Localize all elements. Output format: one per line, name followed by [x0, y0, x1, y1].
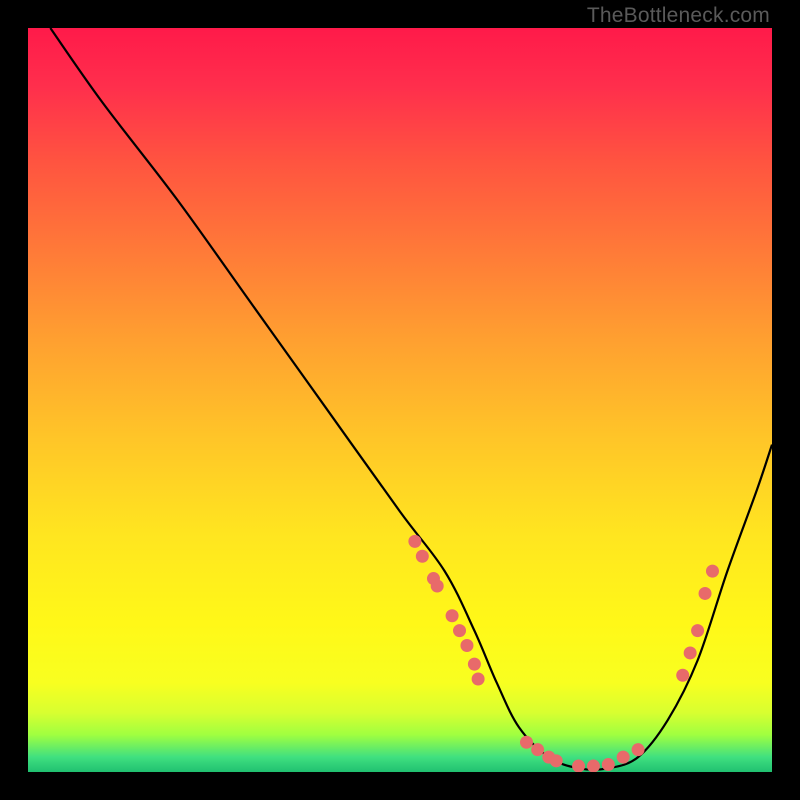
- valley-dots: [520, 736, 533, 749]
- valley-dots: [550, 754, 563, 767]
- chart-svg: [28, 28, 772, 772]
- left-slope-dots: [472, 673, 485, 686]
- chart-plot-area: [28, 28, 772, 772]
- right-slope-dots: [699, 587, 712, 600]
- right-slope-dots: [706, 565, 719, 578]
- right-slope-dots: [684, 646, 697, 659]
- valley-dots: [587, 760, 600, 772]
- valley-dots: [572, 760, 585, 772]
- watermark-text: TheBottleneck.com: [587, 4, 770, 28]
- left-slope-dots: [460, 639, 473, 652]
- left-slope-dots: [446, 609, 459, 622]
- valley-dots: [632, 743, 645, 756]
- valley-dots: [531, 743, 544, 756]
- right-slope-dots: [691, 624, 704, 637]
- valley-dots: [617, 751, 630, 764]
- left-slope-dots: [416, 550, 429, 563]
- valley-dots: [602, 758, 615, 771]
- right-slope-dots: [676, 669, 689, 682]
- left-slope-dots: [468, 658, 481, 671]
- curve-line: [50, 28, 772, 770]
- left-slope-dots: [408, 535, 421, 548]
- left-slope-dots: [431, 580, 444, 593]
- curve-dots: [408, 535, 719, 772]
- bottleneck-curve: [50, 28, 772, 770]
- left-slope-dots: [453, 624, 466, 637]
